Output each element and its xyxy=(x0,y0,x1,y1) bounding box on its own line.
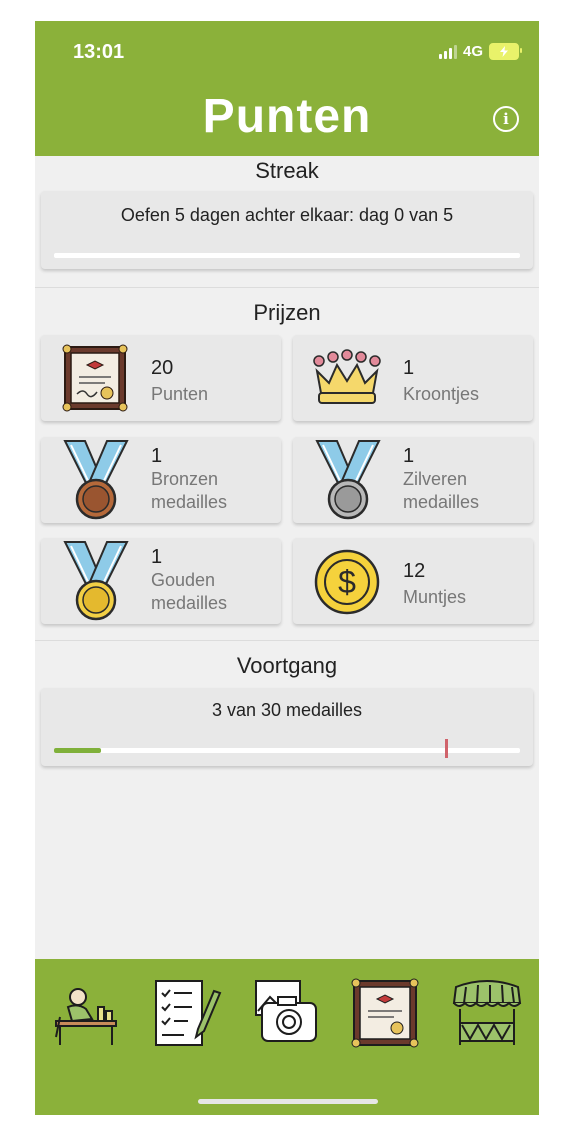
divider xyxy=(35,640,539,641)
progress-section-title: Voortgang xyxy=(236,653,338,678)
prize-card-kroontjes[interactable]: 1 Kroontjes xyxy=(293,335,533,421)
progress-card: 3 van 30 medailles xyxy=(41,688,533,766)
status-indicators: 4G xyxy=(438,43,522,60)
battery-icon xyxy=(489,43,522,60)
bronze-medal-icon xyxy=(63,440,129,520)
prize-label: Muntjes xyxy=(403,587,467,607)
progress-text: 3 van 30 medailles xyxy=(211,700,363,720)
tab-camera-photo[interactable] xyxy=(248,977,322,1049)
home-indicator xyxy=(198,1099,378,1104)
prize-card-gold[interactable]: 1 Gouden medailles xyxy=(41,538,281,624)
gold-medal-icon xyxy=(63,541,129,621)
tab-certificate[interactable] xyxy=(348,977,422,1049)
silver-medal-icon xyxy=(315,440,381,520)
prizes-section-title: Prijzen xyxy=(253,300,321,325)
svg-text:$: $ xyxy=(338,564,356,600)
info-icon: i xyxy=(503,110,509,128)
app-screen: 13:01 4G Punten i Streak Oefen 5 dagen a… xyxy=(35,21,539,1115)
status-time: 13:01 xyxy=(73,41,125,63)
medal-progress-bar xyxy=(54,739,520,758)
streak-text: Oefen 5 dagen achter elkaar: dag 0 van 5 xyxy=(120,205,454,225)
prize-card-punten[interactable]: 20 Punten xyxy=(41,335,281,421)
network-label: 4G xyxy=(462,43,483,60)
prize-count: 1 xyxy=(403,357,415,379)
prize-label: Punten xyxy=(151,384,209,404)
info-button[interactable]: i xyxy=(493,106,519,132)
tab-bar xyxy=(35,959,539,1115)
prize-card-silver[interactable]: 1 Zilveren medailles xyxy=(293,437,533,523)
certificate-icon xyxy=(62,344,128,412)
prize-count: 1 xyxy=(151,546,163,568)
streak-card: Oefen 5 dagen achter elkaar: dag 0 van 5 xyxy=(41,191,533,269)
prize-count: 12 xyxy=(403,560,426,582)
goal-marker xyxy=(445,739,449,758)
tab-checklist[interactable] xyxy=(148,977,222,1049)
coin-icon: $ xyxy=(314,549,380,615)
tab-market-stall[interactable] xyxy=(450,977,524,1049)
prize-card-muntjes[interactable]: $ 12 Muntjes xyxy=(293,538,533,624)
streak-progress-bar xyxy=(54,253,520,258)
prize-label: Zilveren medailles xyxy=(403,469,480,512)
prize-label: Gouden medailles xyxy=(151,570,228,613)
prize-label: Kroontjes xyxy=(403,384,480,404)
page-title: Punten xyxy=(202,90,372,143)
divider xyxy=(35,287,539,288)
prize-count: 1 xyxy=(403,445,415,467)
tab-student-desk[interactable] xyxy=(50,977,124,1049)
header: 13:01 4G Punten i xyxy=(35,21,539,156)
crown-icon xyxy=(313,349,381,404)
prize-count: 1 xyxy=(151,445,163,467)
prize-label: Bronzen medailles xyxy=(151,469,228,512)
prize-card-bronze[interactable]: 1 Bronzen medailles xyxy=(41,437,281,523)
prize-count: 20 xyxy=(151,357,174,379)
signal-icon xyxy=(438,44,457,59)
streak-section-title: Streak xyxy=(255,158,319,183)
medal-progress-fill xyxy=(54,748,101,753)
